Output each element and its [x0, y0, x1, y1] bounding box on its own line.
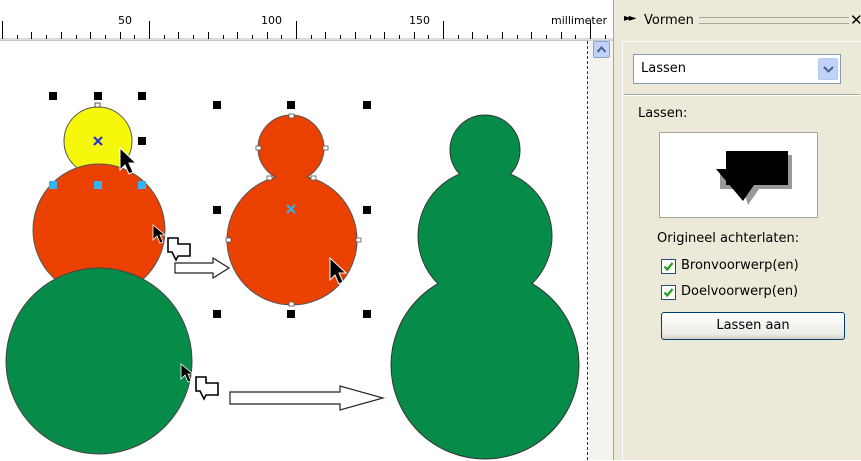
source-objects-checkbox[interactable] — [661, 259, 676, 274]
vertical-scrollbar[interactable] — [589, 41, 613, 460]
select-dropdown-button[interactable] — [818, 58, 838, 80]
scroll-up-button[interactable] — [593, 41, 610, 58]
separator — [624, 94, 860, 96]
close-icon[interactable]: ✕ — [850, 11, 861, 29]
docker-body — [622, 41, 861, 461]
docker-grip[interactable] — [699, 17, 849, 24]
transition-arrow-2 — [229, 385, 386, 411]
operation-label: Lassen: — [638, 106, 688, 121]
checkmark-icon — [663, 262, 674, 272]
welded-green-shape[interactable] — [390, 114, 580, 460]
checkmark-icon — [663, 288, 674, 298]
chevron-up-icon — [597, 46, 606, 53]
docker-title-bar[interactable]: ►► Vormen ✕ — [614, 0, 861, 40]
ruler-label-50: 50 — [118, 14, 132, 27]
docker-title: Vormen — [644, 13, 694, 28]
target-objects-label: Doelvoorwerp(en) — [681, 284, 799, 299]
source-objects-label: Bronvoorwerp(en) — [681, 258, 799, 273]
page-border — [587, 41, 588, 460]
green-circle-shape[interactable] — [5, 267, 193, 455]
shaping-mode-value: Lassen — [641, 61, 686, 76]
leave-original-label: Origineel achterlaten: — [657, 231, 800, 246]
transition-arrow-1 — [174, 256, 231, 280]
chevron-down-icon — [823, 66, 834, 73]
shaping-docker: ►► Vormen ✕ Lassen Lassen: Origineel ach… — [613, 0, 861, 461]
collapse-arrows-icon[interactable]: ►► — [624, 13, 637, 24]
horizontal-ruler[interactable]: 50 100 150 millimeter — [0, 0, 613, 41]
weld-preview-icon — [716, 151, 792, 205]
ruler-ticks — [0, 21, 613, 40]
canvas-drawing[interactable] — [0, 41, 587, 460]
weld-preview — [659, 132, 818, 218]
shaping-mode-select[interactable]: Lassen — [633, 54, 841, 84]
weld-to-button[interactable]: Lassen aan — [661, 312, 845, 340]
ruler-label-150: 150 — [409, 14, 430, 27]
drawing-canvas[interactable] — [0, 41, 587, 460]
ruler-label-100: 100 — [261, 14, 282, 27]
ruler-unit-label: millimeter — [551, 14, 608, 27]
target-objects-checkbox[interactable] — [661, 285, 676, 300]
